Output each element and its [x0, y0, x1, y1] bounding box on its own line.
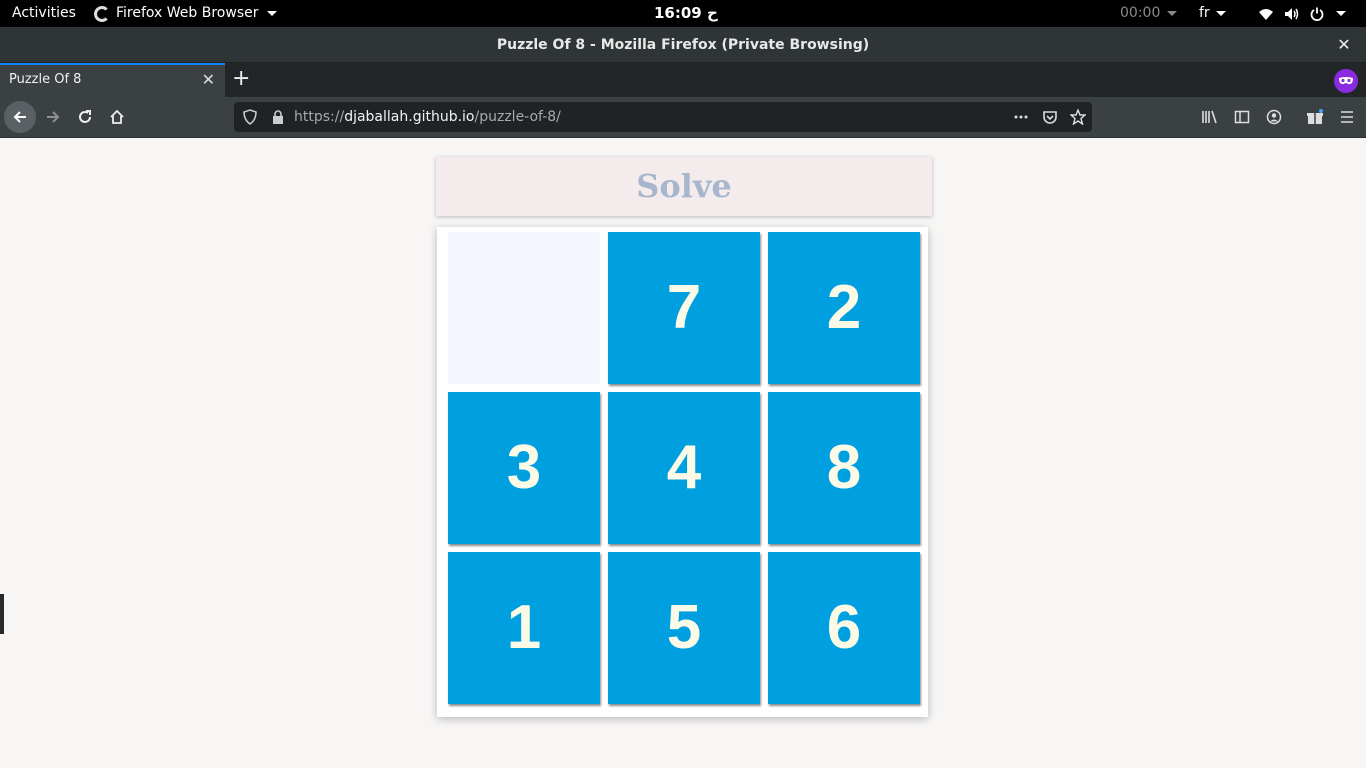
- url-path: /puzzle-of-8/: [474, 109, 561, 125]
- puzzle-tile[interactable]: 6: [768, 552, 920, 704]
- caret-down-icon: [1166, 10, 1177, 16]
- shield-icon[interactable]: [242, 109, 258, 125]
- timer-indicator[interactable]: 00:00: [1120, 0, 1177, 27]
- timer-label: 00:00: [1120, 5, 1161, 21]
- url-prefix: https://: [294, 109, 345, 125]
- keyboard-layout-indicator[interactable]: fr: [1199, 0, 1227, 27]
- puzzle-tile[interactable]: 7: [608, 232, 760, 384]
- power-icon: [1310, 7, 1324, 21]
- tab-title: Puzzle Of 8: [9, 72, 82, 87]
- url-text[interactable]: https://djaballah.github.io/puzzle-of-8/: [294, 102, 561, 132]
- url-domain: djaballah.github.io: [344, 109, 475, 125]
- window-titlebar: Puzzle Of 8 - Mozilla Firefox (Private B…: [0, 27, 1366, 63]
- hamburger-menu-icon: [1341, 111, 1353, 123]
- system-top-bar: Activities Firefox Web Browser ح 16:09 0…: [0, 0, 1366, 27]
- caret-down-icon: [1336, 11, 1346, 16]
- extensions-button[interactable]: [1300, 103, 1330, 131]
- gift-icon: [1307, 109, 1323, 124]
- solve-button[interactable]: Solve: [436, 157, 932, 216]
- account-button[interactable]: [1259, 103, 1289, 131]
- activities-button[interactable]: Activities: [12, 0, 76, 27]
- puzzle-tile[interactable]: 8: [768, 392, 920, 544]
- puzzle-tile[interactable]: 2: [768, 232, 920, 384]
- page-actions-icon[interactable]: [1013, 109, 1029, 125]
- puzzle-tile[interactable]: 4: [608, 392, 760, 544]
- new-tab-button[interactable]: +: [232, 66, 250, 92]
- navigation-toolbar: https://djaballah.github.io/puzzle-of-8/: [0, 97, 1366, 138]
- home-button[interactable]: [102, 103, 132, 131]
- sidebar-button[interactable]: [1227, 103, 1257, 131]
- home-icon: [110, 109, 124, 124]
- lang-label: fr: [1199, 5, 1210, 21]
- tab-strip: Puzzle Of 8 ✕ +: [0, 63, 1366, 97]
- empty-tile: [448, 232, 600, 384]
- reload-button[interactable]: [70, 103, 100, 131]
- library-button[interactable]: [1195, 103, 1225, 131]
- bookmark-star-icon[interactable]: [1070, 109, 1086, 125]
- clock[interactable]: ح 16:09: [654, 0, 718, 27]
- sidebar-icon: [1234, 110, 1250, 124]
- tab-close-button[interactable]: ✕: [202, 70, 215, 89]
- forward-button[interactable]: [38, 103, 68, 131]
- wifi-icon: [1259, 8, 1273, 20]
- window-title: Puzzle Of 8 - Mozilla Firefox (Private B…: [496, 37, 870, 53]
- firefox-icon: [94, 5, 110, 22]
- account-icon: [1266, 109, 1282, 125]
- puzzle-tile[interactable]: 3: [448, 392, 600, 544]
- caret-down-icon: [266, 11, 277, 16]
- system-menu[interactable]: [1258, 0, 1346, 27]
- tab-puzzle-of-8[interactable]: Puzzle Of 8 ✕: [0, 63, 225, 97]
- app-menu[interactable]: Firefox Web Browser: [94, 0, 277, 27]
- library-icon: [1202, 110, 1217, 124]
- volume-icon: [1285, 7, 1299, 20]
- reload-icon: [79, 110, 91, 123]
- window-edge: [0, 594, 4, 634]
- menu-button[interactable]: [1332, 103, 1362, 131]
- pocket-icon[interactable]: [1042, 109, 1058, 125]
- caret-down-icon: [1216, 10, 1227, 16]
- app-menu-label: Firefox Web Browser: [116, 5, 259, 21]
- page-content: Solve 7 2 3 4 8 1 5 6: [0, 138, 1366, 768]
- back-button[interactable]: [4, 101, 36, 133]
- arrow-left-icon: [13, 111, 26, 123]
- arrow-right-icon: [47, 111, 60, 123]
- close-window-button[interactable]: ✕: [1334, 35, 1354, 55]
- private-browsing-icon: [1334, 69, 1358, 93]
- puzzle-tile[interactable]: 5: [608, 552, 760, 704]
- url-bar[interactable]: https://djaballah.github.io/puzzle-of-8/: [234, 102, 1092, 132]
- lock-icon[interactable]: [270, 109, 286, 125]
- puzzle-board: 7 2 3 4 8 1 5 6: [437, 227, 928, 717]
- puzzle-tile[interactable]: 1: [448, 552, 600, 704]
